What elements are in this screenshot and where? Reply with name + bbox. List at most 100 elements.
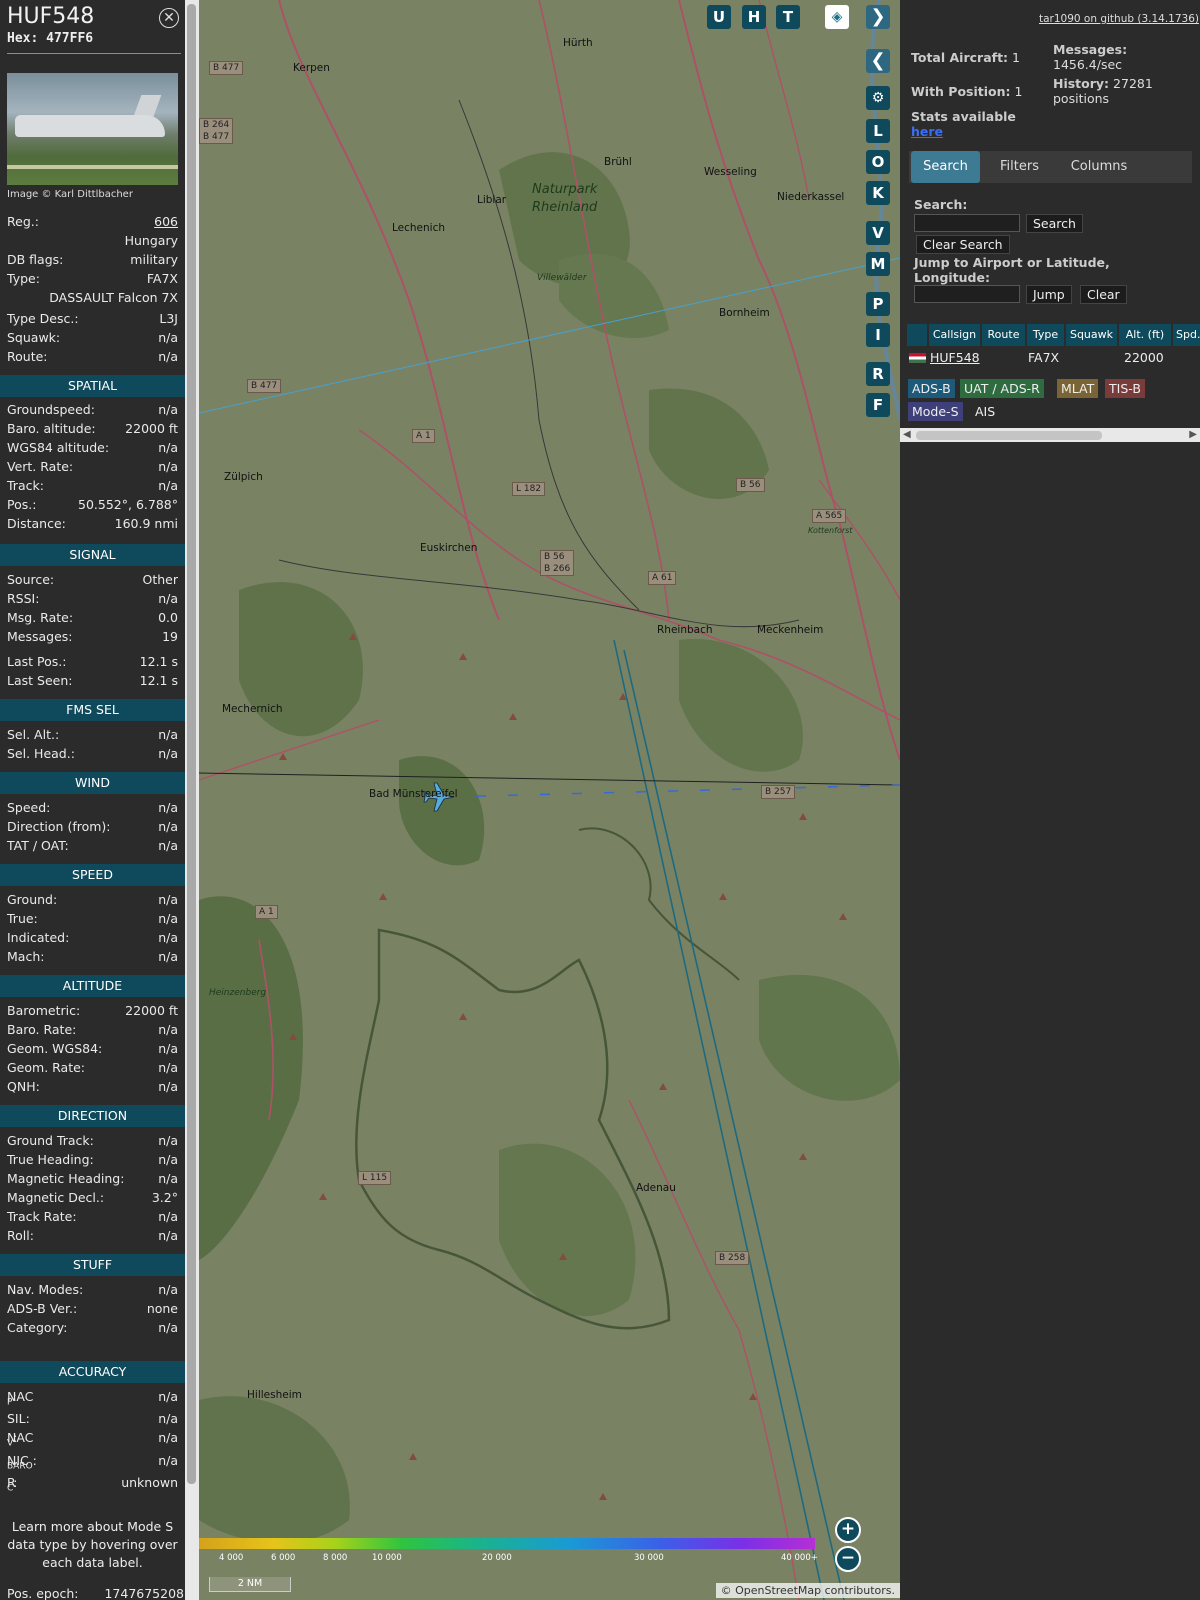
clear-button[interactable]: Clear <box>1080 285 1127 304</box>
info-row-label[interactable]: Geom. WGS84: <box>7 1041 102 1056</box>
map-button-h[interactable]: H <box>742 5 766 29</box>
column-header-speed[interactable]: Spd. <box>1173 324 1200 346</box>
info-row-label[interactable]: WGS84 altitude: <box>7 440 109 455</box>
badge-adsb[interactable]: ADS-B <box>908 379 955 398</box>
info-row-label[interactable]: Reg.: <box>7 214 39 229</box>
info-row-label[interactable]: Route: <box>7 349 48 364</box>
info-row-label[interactable]: Geom. Rate: <box>7 1060 85 1075</box>
tab-columns[interactable]: Columns <box>1059 151 1139 183</box>
altitude-legend[interactable] <box>199 1538 815 1549</box>
stats-link[interactable]: here <box>911 124 943 139</box>
info-row-label[interactable]: Ground Track: <box>7 1133 94 1148</box>
info-row-label[interactable]: SIL: <box>7 1411 30 1426</box>
info-row-value[interactable]: 606 <box>154 214 178 229</box>
info-row-label[interactable]: Mach: <box>7 949 44 964</box>
map-button-u[interactable]: U <box>707 5 731 29</box>
map-button-v[interactable]: V <box>866 221 890 245</box>
map-button-p[interactable]: P <box>866 292 890 316</box>
info-row-label[interactable]: Distance: <box>7 516 66 531</box>
info-row-label[interactable]: Roll: <box>7 1228 34 1243</box>
chevron-right-icon[interactable]: ❯ <box>866 5 890 29</box>
info-row-label[interactable]: ADS-B Ver.: <box>7 1301 77 1316</box>
jump-input[interactable] <box>914 285 1020 303</box>
map-button-t[interactable]: T <box>776 5 800 29</box>
info-row-label[interactable]: Sel. Head.: <box>7 746 75 761</box>
github-link[interactable]: tar1090 on github (3.14.1736) <box>1039 13 1199 25</box>
info-row-label[interactable]: Magnetic Decl.: <box>7 1190 104 1205</box>
info-row-label[interactable]: Direction (from): <box>7 819 111 834</box>
badge-tisb[interactable]: TIS-B <box>1105 379 1145 398</box>
zoom-out-icon[interactable]: − <box>835 1546 861 1572</box>
map-button-f[interactable]: F <box>866 393 890 417</box>
zoom-in-icon[interactable]: + <box>835 1517 861 1543</box>
info-row-label[interactable]: Msg. Rate: <box>7 610 73 625</box>
info-row-label[interactable]: Category: <box>7 1320 67 1335</box>
column-header-type[interactable]: Type <box>1027 324 1064 346</box>
info-row-label[interactable]: Messages: <box>7 629 73 644</box>
chevron-left-icon[interactable]: ❮ <box>866 49 890 73</box>
layers-icon[interactable]: ◈ <box>825 5 849 29</box>
info-row: Direction (from): n/a <box>7 819 178 837</box>
info-row-label[interactable]: NAC <box>7 1389 33 1404</box>
map-view[interactable]: Hürth Kerpen Brühl Wesseling Niederkasse… <box>199 0 900 1600</box>
column-header-route[interactable]: Route <box>982 324 1025 346</box>
aircraft-photo[interactable] <box>7 73 178 185</box>
info-row-label[interactable]: Barometric: <box>7 1003 80 1018</box>
column-header-callsign[interactable]: Callsign <box>929 324 980 346</box>
search-button[interactable]: Search <box>1026 214 1083 233</box>
settings-gear-icon[interactable]: ⚙ <box>866 86 890 110</box>
info-row-label[interactable]: TAT / OAT: <box>7 838 69 853</box>
info-row-label[interactable]: NIC <box>7 1453 29 1468</box>
info-row-label[interactable]: Speed: <box>7 800 50 815</box>
info-row-label[interactable]: Track Rate: <box>7 1209 77 1224</box>
info-row-label[interactable]: Ground: <box>7 892 57 907</box>
info-row-label[interactable]: Baro. Rate: <box>7 1022 76 1037</box>
jump-button[interactable]: Jump <box>1026 285 1072 304</box>
info-row-label[interactable]: Last Seen: <box>7 673 72 688</box>
badge-modes[interactable]: Mode-S <box>908 402 963 421</box>
column-header-squawk[interactable]: Squawk <box>1066 324 1117 346</box>
info-row-label[interactable]: QNH: <box>7 1079 40 1094</box>
info-row-label[interactable]: Last Pos.: <box>7 654 66 669</box>
info-row-label[interactable]: Indicated: <box>7 930 69 945</box>
info-row-label[interactable]: DB flags: <box>7 252 63 267</box>
info-row-label[interactable]: Squawk: <box>7 330 60 345</box>
info-row-label[interactable]: Sel. Alt.: <box>7 727 59 742</box>
info-row-label[interactable]: NAC <box>7 1430 33 1445</box>
row-callsign[interactable]: HUF548 <box>930 349 980 367</box>
info-row-label[interactable]: Track: <box>7 478 44 493</box>
tab-filters[interactable]: Filters <box>985 151 1054 183</box>
badge-mlat[interactable]: MLAT <box>1057 379 1099 398</box>
map-button-l[interactable]: L <box>866 119 890 143</box>
badge-uat-adsr[interactable]: UAT / ADS-R <box>960 379 1044 398</box>
info-row-label[interactable]: Source: <box>7 572 54 587</box>
column-header-altitude[interactable]: Alt. (ft) <box>1119 324 1171 346</box>
info-row-label[interactable]: Magnetic Heading: <box>7 1171 124 1186</box>
info-row-label[interactable]: Vert. Rate: <box>7 459 73 474</box>
search-input[interactable] <box>914 214 1020 232</box>
info-row-label[interactable]: Type Desc.: <box>7 311 79 326</box>
attribution-link[interactable]: OpenStreetMap <box>735 1584 821 1597</box>
info-row-label[interactable]: Pos.: <box>7 497 36 512</box>
map-button-o[interactable]: O <box>866 150 890 174</box>
info-row-label[interactable]: True Heading: <box>7 1152 94 1167</box>
map-button-i[interactable]: I <box>866 323 890 347</box>
map-button-r[interactable]: R <box>866 362 890 386</box>
info-row-label[interactable]: Nav. Modes: <box>7 1282 83 1297</box>
info-row-label[interactable]: True: <box>7 911 38 926</box>
info-row-label[interactable]: R <box>7 1475 16 1490</box>
badge-ais[interactable]: AIS <box>971 402 999 421</box>
clear-search-button[interactable]: Clear Search <box>916 235 1010 254</box>
info-row-label[interactable]: Groundspeed: <box>7 402 95 417</box>
info-row-label[interactable]: RSSI: <box>7 591 39 606</box>
sidebar-scrollbar[interactable] <box>185 0 199 1600</box>
table-horizontal-scrollbar[interactable]: ◀ ▶ <box>900 428 1200 442</box>
map-button-k[interactable]: K <box>866 181 890 205</box>
info-row: QNH: n/a <box>7 1079 178 1097</box>
road-label: A 61 <box>648 571 677 585</box>
tab-search[interactable]: Search <box>911 151 980 183</box>
info-row-label[interactable]: Baro. altitude: <box>7 421 96 436</box>
info-row-label[interactable]: Type: <box>7 271 40 286</box>
map-button-m[interactable]: M <box>866 252 890 276</box>
close-icon[interactable]: ✕ <box>159 8 179 28</box>
